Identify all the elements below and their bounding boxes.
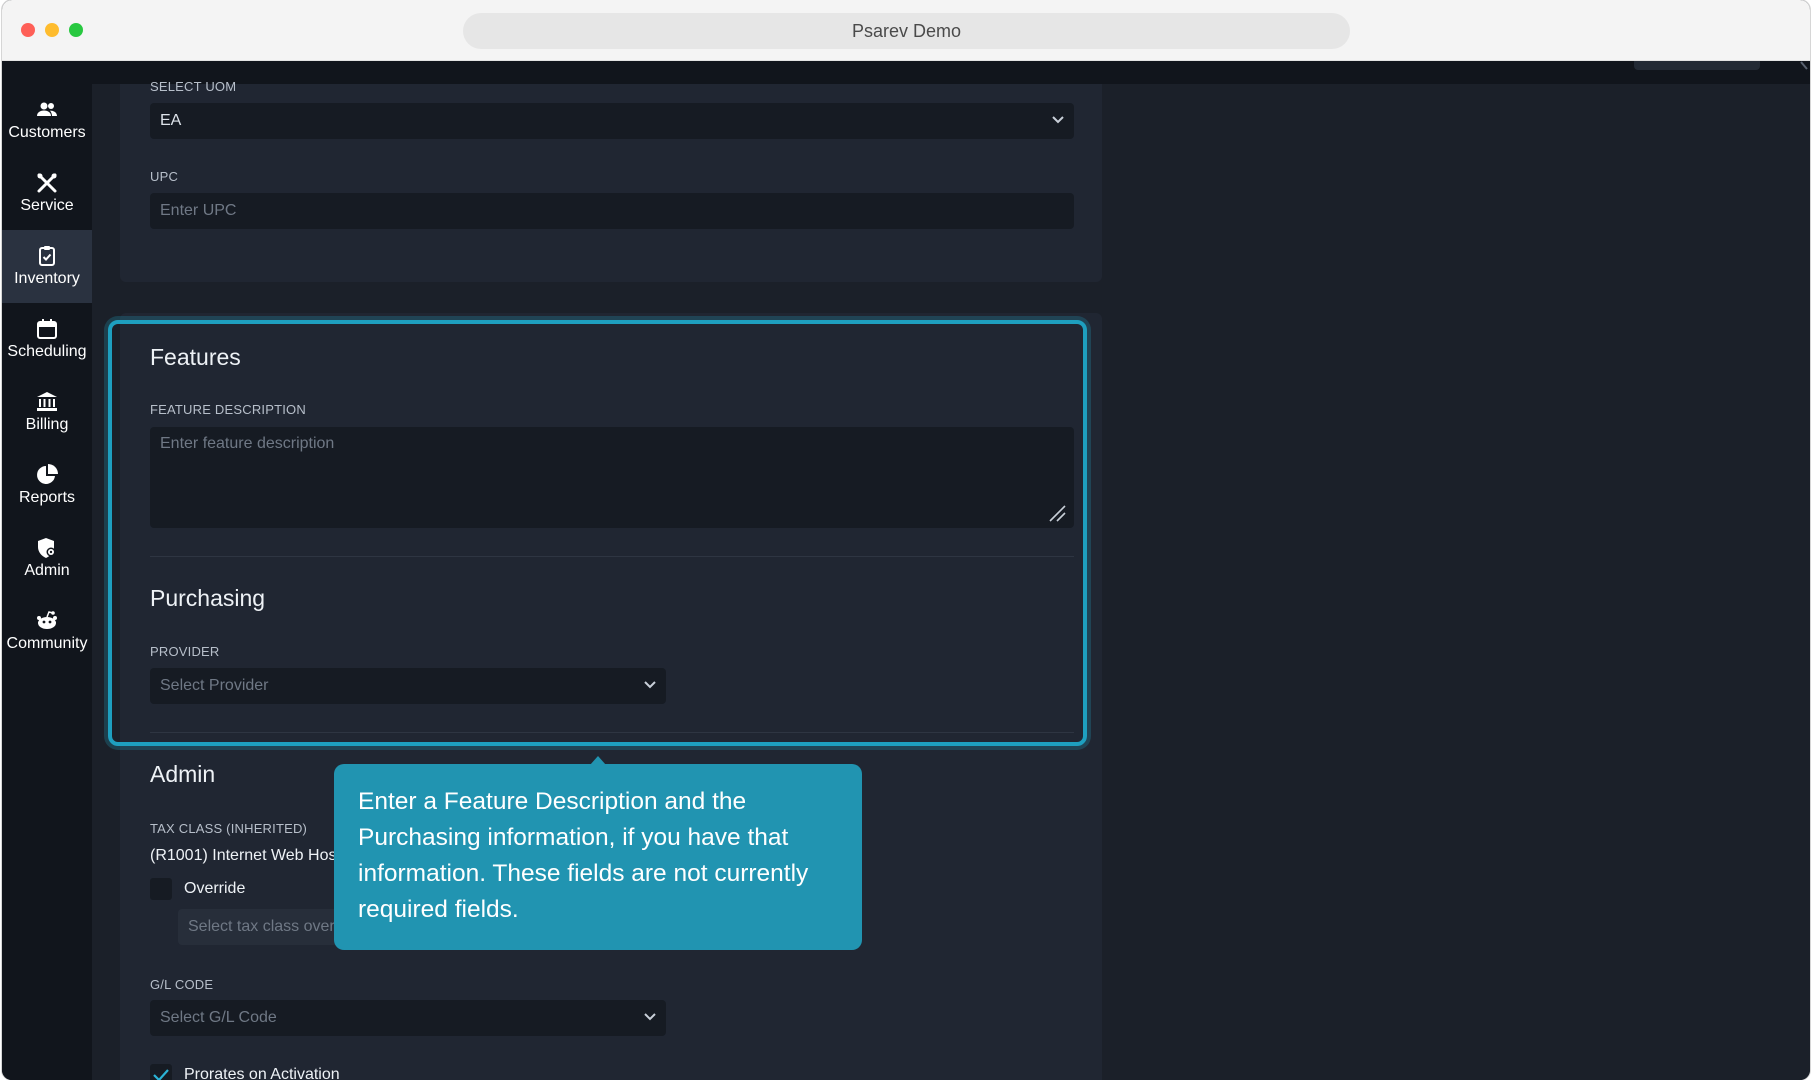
gl-code-label: G/L CODE: [150, 977, 214, 992]
tax-class-override-select[interactable]: Select tax class over: [178, 909, 358, 945]
tax-class-label: TAX CLASS (INHERITED): [150, 821, 308, 836]
sidebar-item-billing[interactable]: Billing: [2, 376, 92, 449]
override-label: Override: [184, 880, 246, 897]
sidebar-item-label: Admin: [24, 562, 70, 579]
admin-heading: Admin: [150, 761, 216, 787]
sidebar-item-community[interactable]: Community: [2, 595, 92, 668]
people-icon: [37, 102, 57, 116]
scroll-indicator-icon: [1800, 61, 1808, 70]
app-window: Psarev Demo Customers Service Inventory …: [2, 0, 1810, 1080]
sidebar-item-label: Billing: [25, 416, 69, 433]
top-strip: [2, 61, 1810, 84]
calendar-icon: [37, 319, 57, 339]
close-window-button[interactable]: [21, 23, 35, 37]
clipboard-check-icon: [39, 246, 55, 266]
sidebar: Customers Service Inventory Scheduling B…: [2, 84, 92, 1080]
gl-code-placeholder: Select G/L Code: [160, 1009, 277, 1026]
sidebar-item-label: Customers: [8, 124, 86, 141]
bank-icon: [37, 392, 57, 411]
sidebar-item-inventory[interactable]: Inventory: [2, 230, 92, 303]
sidebar-item-reports[interactable]: Reports: [2, 449, 92, 522]
gl-code-select[interactable]: Select G/L Code: [150, 1000, 666, 1036]
prorates-checkbox[interactable]: [150, 1064, 172, 1080]
chevron-down-icon: [1052, 116, 1064, 124]
prorates-label: Prorates on Activation: [184, 1066, 340, 1080]
upc-input[interactable]: Enter UPC: [150, 193, 1074, 229]
title-bar: Psarev Demo: [2, 0, 1810, 61]
community-icon: [37, 611, 57, 629]
chevron-down-icon: [644, 1013, 656, 1021]
sidebar-item-label: Community: [6, 635, 88, 652]
uom-value: EA: [160, 112, 182, 129]
sidebar-item-customers[interactable]: Customers: [2, 84, 92, 157]
sidebar-item-label: Scheduling: [7, 343, 87, 360]
sidebar-item-label: Inventory: [14, 270, 80, 287]
sidebar-item-service[interactable]: Service: [2, 157, 92, 230]
pie-chart-icon: [37, 464, 58, 484]
address-bar[interactable]: Psarev Demo: [463, 13, 1350, 49]
uom-select[interactable]: EA: [150, 103, 1074, 139]
minimize-window-button[interactable]: [45, 23, 59, 37]
sidebar-item-admin[interactable]: Admin: [2, 522, 92, 595]
tools-icon: [37, 173, 57, 193]
sidebar-item-scheduling[interactable]: Scheduling: [2, 303, 92, 376]
sidebar-item-label: Reports: [18, 489, 76, 506]
guide-tooltip: Enter a Feature Description and the Purc…: [334, 764, 862, 950]
user-gear-icon: [38, 538, 56, 558]
guide-highlight: [108, 320, 1087, 746]
checkmark-icon: [153, 1069, 169, 1080]
override-checkbox[interactable]: [150, 878, 172, 900]
tax-class-value: (R1001) Internet Web Hos: [150, 847, 337, 864]
uom-label: SELECT UOM: [150, 79, 237, 94]
sidebar-item-label: Service: [20, 197, 74, 214]
maximize-window-button[interactable]: [69, 23, 83, 37]
top-action-button[interactable]: [1634, 61, 1760, 70]
upc-label: UPC: [150, 169, 179, 184]
